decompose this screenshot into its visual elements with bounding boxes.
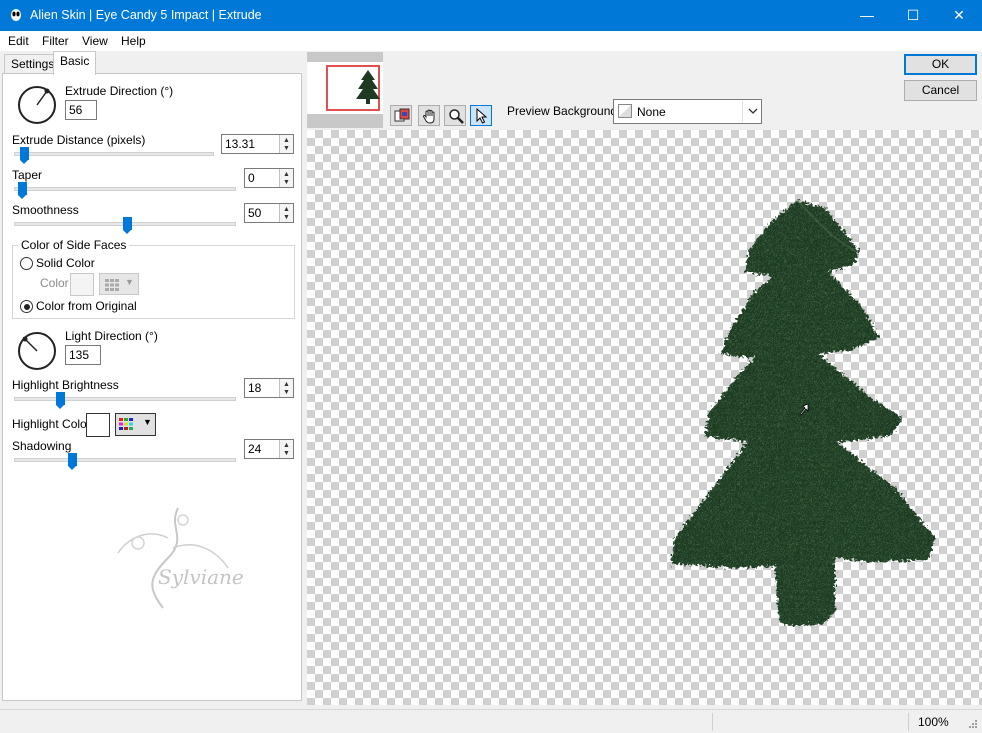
highlight-brightness-label: Highlight Brightness bbox=[12, 378, 119, 392]
extrude-distance-slider-thumb[interactable] bbox=[20, 147, 29, 164]
window-title: Alien Skin | Eye Candy 5 Impact | Extrud… bbox=[30, 8, 262, 22]
zoom-level: 100% bbox=[918, 715, 949, 729]
hand-tool-button[interactable] bbox=[418, 105, 440, 126]
arrow-pointer-icon bbox=[476, 108, 488, 124]
menu-view[interactable]: View bbox=[82, 34, 108, 48]
extrude-direction-input[interactable]: 56 bbox=[65, 100, 97, 120]
menu-edit[interactable]: Edit bbox=[8, 34, 29, 48]
highlight-color-picker-button[interactable]: ▼ bbox=[115, 413, 156, 436]
smoothness-label: Smoothness bbox=[12, 203, 79, 217]
preview-background-value: None bbox=[637, 105, 666, 119]
extrude-distance-spinner[interactable]: ▲ ▼ bbox=[279, 135, 293, 153]
tree-thumbnail-icon bbox=[356, 70, 380, 104]
background-none-icon bbox=[618, 104, 632, 118]
highlight-color-swatch[interactable] bbox=[86, 413, 110, 437]
highlight-brightness-input[interactable]: 18 ▲ ▼ bbox=[244, 378, 294, 398]
navigator-thumbnail[interactable] bbox=[307, 52, 383, 128]
tab-basic[interactable]: Basic bbox=[53, 51, 97, 75]
color-palette-icon bbox=[119, 418, 133, 430]
alien-skin-logo-icon bbox=[11, 9, 21, 21]
taper-input[interactable]: 0 ▲ ▼ bbox=[244, 168, 294, 188]
preview-background-dropdown[interactable]: None bbox=[613, 99, 762, 124]
shadowing-input[interactable]: 24 ▲ ▼ bbox=[244, 439, 294, 459]
pointer-tool-button[interactable] bbox=[470, 105, 492, 126]
taper-slider-thumb[interactable] bbox=[18, 182, 27, 199]
shadowing-slider-thumb[interactable] bbox=[68, 453, 77, 470]
taper-spinner[interactable]: ▲ ▼ bbox=[279, 169, 293, 187]
shadowing-label: Shadowing bbox=[12, 439, 72, 453]
preview-background-label: Preview Background: bbox=[507, 104, 621, 118]
ok-button[interactable]: OK bbox=[904, 54, 977, 75]
light-direction-input[interactable]: 135 bbox=[65, 345, 101, 365]
extrude-distance-label: Extrude Distance (pixels) bbox=[12, 133, 146, 147]
menu-filter[interactable]: Filter bbox=[42, 34, 69, 48]
shadowing-spinner[interactable]: ▲ ▼ bbox=[279, 440, 293, 458]
extrude-direction-dial[interactable] bbox=[18, 86, 56, 124]
color-from-original-radio[interactable] bbox=[20, 300, 33, 313]
watermark-text: Sylviane bbox=[158, 565, 244, 589]
smoothness-spinner[interactable]: ▲ ▼ bbox=[279, 204, 293, 222]
palette-grid-icon bbox=[105, 279, 119, 291]
menu-help[interactable]: Help bbox=[121, 34, 146, 48]
light-direction-dial[interactable] bbox=[18, 332, 56, 370]
extrude-direction-label: Extrude Direction (°) bbox=[65, 84, 174, 98]
zoom-tool-button[interactable] bbox=[444, 105, 466, 126]
smoothness-input[interactable]: 50 ▲ ▼ bbox=[244, 203, 294, 223]
extrude-distance-input[interactable]: 13.31 ▲ ▼ bbox=[221, 134, 294, 154]
dial-needle-icon bbox=[36, 88, 50, 106]
highlight-brightness-spinner[interactable]: ▲ ▼ bbox=[279, 379, 293, 397]
preview-canvas[interactable] bbox=[307, 130, 982, 705]
magnifier-icon bbox=[449, 109, 464, 124]
chevron-down-icon: ▼ bbox=[143, 417, 152, 427]
highlight-brightness-slider-thumb[interactable] bbox=[56, 392, 65, 409]
highlight-color-label: Highlight Color bbox=[12, 417, 91, 431]
taper-slider-track[interactable] bbox=[14, 187, 236, 191]
highlight-brightness-slider-track[interactable] bbox=[14, 397, 236, 401]
solid-color-label: Solid Color bbox=[36, 256, 95, 270]
title-bar: Alien Skin | Eye Candy 5 Impact | Extrud… bbox=[0, 0, 982, 31]
taper-label: Taper bbox=[12, 168, 43, 182]
close-button[interactable]: ✕ bbox=[936, 0, 982, 31]
side-color-label: Color bbox=[40, 276, 69, 290]
extrude-distance-slider-track[interactable] bbox=[14, 152, 214, 156]
maximize-button[interactable]: ☐ bbox=[890, 0, 936, 31]
status-bar: 100% bbox=[0, 709, 982, 733]
shadowing-slider-track[interactable] bbox=[14, 458, 236, 462]
watermark-flourish-icon bbox=[117, 507, 229, 609]
chevron-down-icon bbox=[748, 108, 758, 114]
solid-color-radio[interactable] bbox=[20, 257, 33, 270]
preview-toggle-icon bbox=[394, 108, 410, 122]
cancel-button[interactable]: Cancel bbox=[904, 80, 977, 101]
side-color-picker-button[interactable]: ▼ bbox=[99, 273, 139, 295]
color-from-original-label: Color from Original bbox=[36, 299, 137, 313]
hand-icon bbox=[423, 109, 435, 124]
side-faces-group-label: Color of Side Faces bbox=[18, 238, 130, 252]
light-direction-label: Light Direction (°) bbox=[65, 329, 158, 343]
resize-grip-icon[interactable] bbox=[966, 719, 978, 731]
preview-toggle-button[interactable] bbox=[390, 105, 412, 126]
smoothness-slider-thumb[interactable] bbox=[123, 217, 132, 234]
menu-bar: Edit Filter View Help bbox=[0, 31, 982, 51]
side-color-swatch[interactable] bbox=[70, 273, 94, 296]
minimize-button[interactable]: — bbox=[844, 0, 890, 31]
chevron-down-icon: ▼ bbox=[125, 277, 134, 287]
arrow-cursor-icon bbox=[799, 403, 809, 416]
dial-needle-icon bbox=[22, 336, 38, 352]
